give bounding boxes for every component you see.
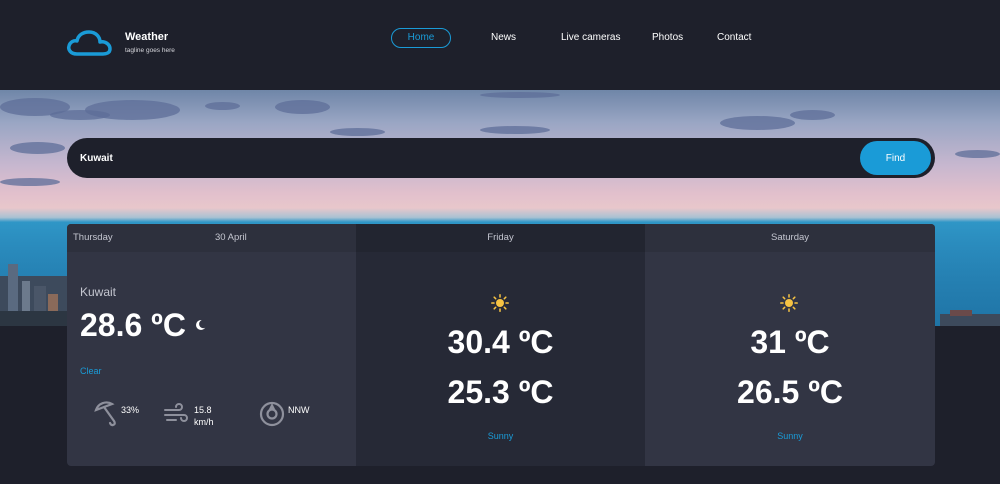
moon-icon — [196, 319, 207, 330]
cloud-shape — [50, 110, 110, 120]
today-date: 30 April — [215, 232, 247, 243]
nav-photos[interactable]: Photos — [652, 28, 683, 48]
cloud-shape — [955, 150, 1000, 158]
city-skyline — [0, 264, 70, 326]
sun-icon — [491, 294, 509, 312]
cloud-shape — [275, 100, 330, 114]
high-temperature: 31 ºC — [750, 324, 830, 360]
brand-tagline: tagline goes here — [125, 47, 175, 54]
wind-speed-value: 15.8 km/h — [194, 404, 214, 428]
forecast-day: Saturday — [645, 224, 935, 252]
forecast-condition: Sunny — [487, 431, 514, 441]
wind-speed-unit: km/h — [194, 417, 214, 427]
cloud-shape — [10, 142, 65, 154]
forecast-condition: Sunny — [777, 431, 803, 441]
find-button[interactable]: Find — [860, 141, 931, 175]
high-temperature: 30.4 ºC — [447, 324, 554, 360]
humidity-value: 33% — [121, 405, 140, 415]
today-day: Thursday — [73, 232, 113, 243]
cloud-shape — [790, 110, 835, 120]
cloud-shape — [480, 92, 560, 98]
wind-direction-value: NNW — [288, 405, 310, 415]
today-card: Thursday 30 April Kuwait 28.6 ºC Clear 3… — [67, 224, 356, 466]
nav-home[interactable]: Home — [391, 28, 451, 48]
site-header: Weather tagline goes here Home News Live… — [0, 0, 1000, 90]
cloud-logo-icon[interactable] — [66, 28, 112, 60]
low-temperature: 25.3 ºC — [447, 374, 554, 410]
cloud-shape — [720, 116, 795, 130]
location-search-input[interactable] — [80, 138, 780, 178]
current-temperature: 28.6 ºC — [80, 307, 186, 343]
cloud-shape — [0, 178, 60, 186]
current-condition: Clear — [80, 366, 102, 376]
cloud-shape — [205, 102, 240, 110]
compass-icon — [259, 401, 285, 427]
forecast-day: Friday — [356, 224, 645, 252]
cloud-shape — [480, 126, 550, 134]
city-skyline — [940, 310, 1000, 326]
sun-icon — [780, 294, 798, 312]
wind-icon — [164, 403, 188, 422]
nav-news[interactable]: News — [491, 28, 516, 48]
umbrella-icon — [94, 401, 116, 427]
low-temperature: 26.5 ºC — [737, 374, 843, 410]
search-bar: Find — [67, 138, 935, 178]
nav-contact[interactable]: Contact — [717, 28, 751, 48]
forecast-panel: Thursday 30 April Kuwait 28.6 ºC Clear 3… — [67, 224, 935, 466]
brand-title[interactable]: Weather — [125, 31, 168, 43]
location-name: Kuwait — [80, 285, 117, 299]
today-header: Thursday 30 April — [67, 224, 356, 252]
cloud-shape — [330, 128, 385, 136]
forecast-card: Saturday 31 ºC 26.5 ºC Sunny — [645, 224, 935, 466]
nav-live-cameras[interactable]: Live cameras — [561, 28, 620, 48]
wind-speed-number: 15.8 — [194, 405, 212, 415]
forecast-card: Friday 30.4 ºC 25.3 ºC Sunny — [356, 224, 645, 466]
